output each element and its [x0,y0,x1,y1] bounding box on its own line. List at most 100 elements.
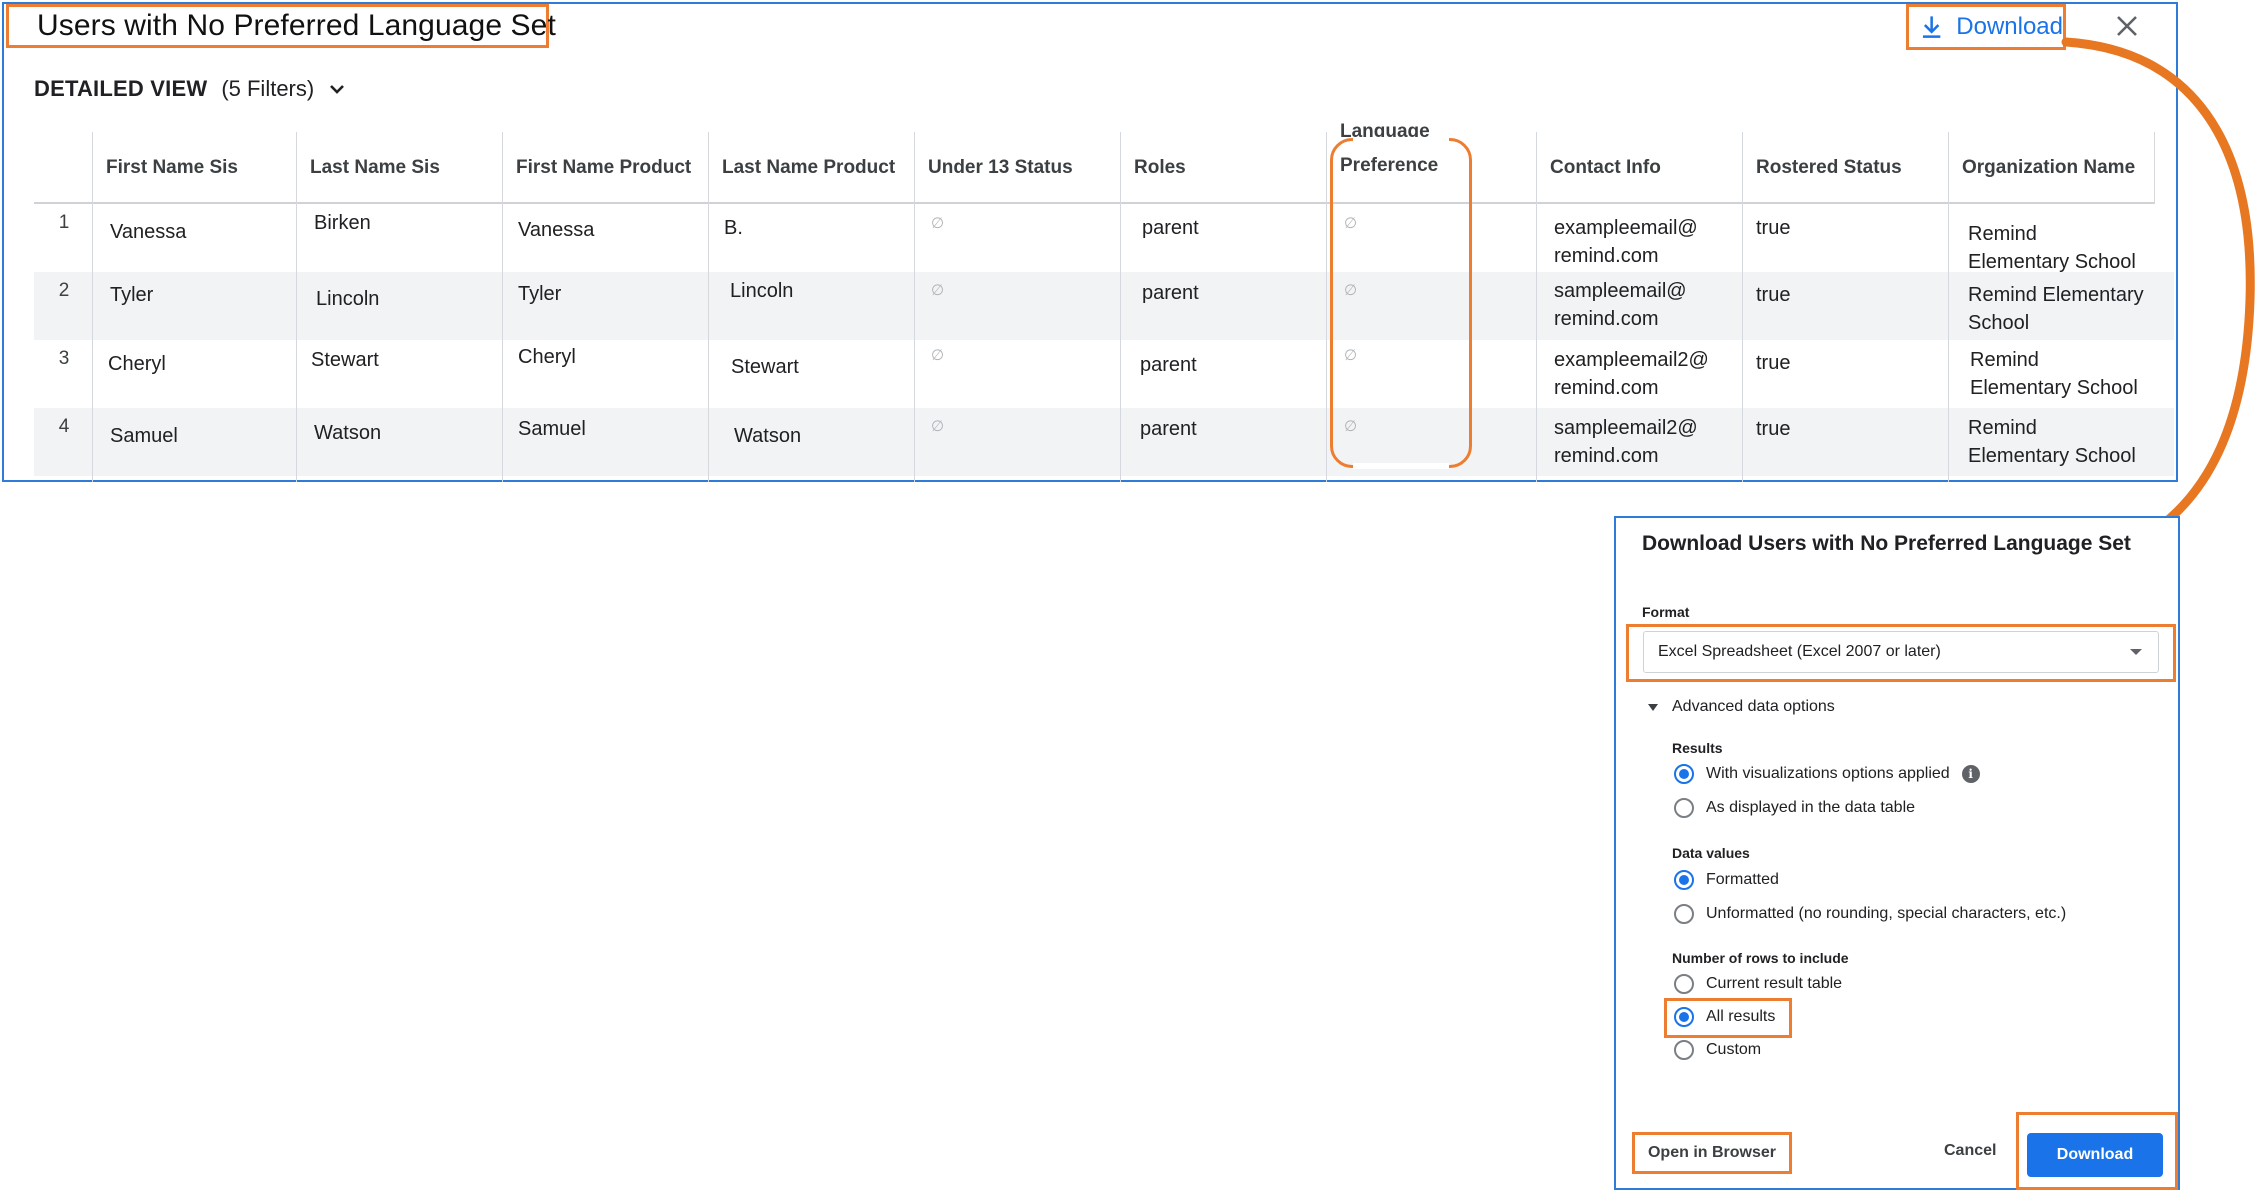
contact-info-line2: remind.com [1554,245,1659,267]
first-name-product: Vanessa [518,219,595,241]
format-value: Excel Spreadsheet (Excel 2007 or later) [1658,643,1941,660]
values-option-unformatted[interactable]: Unformatted (no rounding, special charac… [1674,904,2066,924]
first-name-sis: Tyler [110,284,154,306]
rostered-status: true [1756,217,1791,239]
data-values-label: Data values [1672,845,1750,861]
radio-unselected[interactable] [1674,1040,1694,1060]
advanced-options-toggle[interactable]: Advanced data options [1648,698,1835,716]
option-label: Current result table [1706,975,1843,992]
contact-info-line1: sampleemail@ [1554,280,1687,302]
filters-count: (5 Filters) [221,76,315,101]
view-selector[interactable]: DETAILED VIEW (5 Filters) [34,76,346,102]
triangle-down-icon [1648,703,1658,711]
column-header[interactable]: Rostered Status [1744,132,1902,204]
last-name-sis: Lincoln [316,288,380,310]
contact-info-line1: exampleemail@ [1554,217,1698,239]
column-divider [92,132,93,482]
caret-down-icon [2130,649,2142,655]
cancel-button[interactable]: Cancel [1944,1142,1996,1160]
column-divider [1742,132,1743,482]
radio-selected[interactable] [1674,1007,1694,1027]
last-name-product: B. [724,217,743,239]
download-button[interactable]: Download [1906,4,2066,50]
first-name-product: Tyler [518,283,562,305]
column-divider [914,132,915,482]
chevron-down-icon [330,85,345,94]
radio-unselected[interactable] [1674,904,1694,924]
contact-info-line1: exampleemail2@ [1554,349,1709,371]
results-option-displayed[interactable]: As displayed in the data table [1674,798,1915,818]
first-name-sis: Samuel [110,425,178,447]
column-header[interactable]: Under 13 Status [916,132,1073,204]
radio-unselected[interactable] [1674,974,1694,994]
first-name-sis: Vanessa [110,221,187,243]
rostered-status: true [1756,418,1791,440]
values-option-formatted[interactable]: Formatted [1674,870,1779,890]
format-select[interactable]: Excel Spreadsheet (Excel 2007 or later) [1643,631,2159,673]
last-name-product: Stewart [731,356,799,378]
role: parent [1140,354,1197,376]
data-table: 1 Vanessa Birken Vanessa B. ∅ parent ∅ e… [34,121,2174,482]
contact-info-line2: remind.com [1554,308,1659,330]
table-header: First Name Sis Last Name Sis First Name … [34,121,2154,204]
rows-option-all[interactable]: All results [1674,1007,1775,1027]
row-number: 2 [58,280,70,301]
column-header[interactable]: Last Name Product [710,132,895,204]
option-label: As displayed in the data table [1706,799,1916,816]
results-label: Results [1672,740,1723,756]
view-label: DETAILED VIEW [34,76,208,101]
null-value: ∅ [931,215,945,232]
download-dialog: Download Users with No Preferred Languag… [1614,516,2180,1190]
role: parent [1140,418,1197,440]
option-label: Formatted [1706,871,1779,888]
column-divider [1120,132,1121,482]
column-header[interactable]: Roles [1122,132,1186,204]
column-divider [1948,132,1949,482]
last-name-sis: Stewart [311,349,379,371]
column-header[interactable]: First Name Sis [94,132,238,204]
advanced-options-label: Advanced data options [1672,698,1835,715]
first-name-product: Samuel [518,418,586,440]
language-preference-highlight [1330,137,1472,469]
column-divider [1326,132,1327,482]
contact-info-line2: remind.com [1554,377,1659,399]
column-header[interactable]: Last Name Sis [298,132,440,204]
format-label: Format [1642,604,1690,620]
rows-option-current[interactable]: Current result table [1674,974,1842,994]
report-panel: Users with No Preferred Language Set Dow… [2,2,2178,482]
row-number: 3 [58,348,70,369]
table-row: 2 Tyler Lincoln Tyler Lincoln ∅ parent ∅… [34,272,2174,340]
table-row: 4 Samuel Watson Samuel Watson ∅ parent ∅… [34,408,2174,476]
radio-unselected[interactable] [1674,798,1694,818]
results-option-visualizations[interactable]: With visualizations options applied i [1674,764,1980,784]
table-row: 1 Vanessa Birken Vanessa B. ∅ parent ∅ e… [34,204,2174,273]
contact-info-line1: sampleemail2@ [1554,417,1698,439]
download-highlight: Download [2016,1112,2178,1190]
column-header[interactable]: First Name Product [504,132,691,204]
first-name-sis: Cheryl [108,353,166,375]
last-name-product: Watson [734,425,802,447]
report-title: Users with No Preferred Language Set [6,4,556,48]
column-divider [502,132,503,482]
column-divider [708,132,709,482]
rostered-status: true [1756,284,1791,306]
rows-option-custom[interactable]: Custom [1674,1040,1761,1060]
option-label: With visualizations options applied [1706,765,1950,782]
last-name-sis: Birken [314,212,371,234]
table-row: 3 Cheryl Stewart Cheryl Stewart ∅ parent… [34,340,2174,408]
radio-selected[interactable] [1674,764,1694,784]
open-in-browser-button[interactable]: Open in Browser [1632,1132,1792,1174]
first-name-product: Cheryl [518,346,576,368]
org-name-line2: School [1968,312,2030,334]
contact-info-line2: remind.com [1554,445,1659,467]
option-label: Unformatted (no rounding, special charac… [1706,905,2067,922]
radio-selected[interactable] [1674,870,1694,890]
org-name-line1: Remind [1970,349,2039,371]
rows-label: Number of rows to include [1672,950,1849,966]
role: parent [1142,282,1199,304]
row-number: 1 [58,212,70,233]
column-header[interactable]: Contact Info [1538,132,1661,204]
format-highlight: Excel Spreadsheet (Excel 2007 or later) [1626,624,2176,682]
info-icon[interactable]: i [1961,765,1980,783]
dialog-download-button[interactable]: Download [2027,1133,2163,1177]
